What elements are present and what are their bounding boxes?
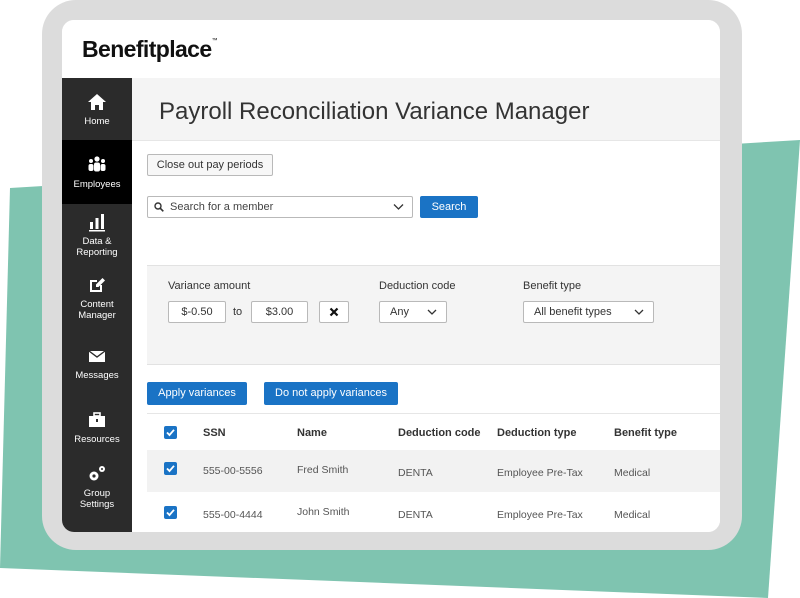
variance-max-input[interactable]: $3.00 (251, 301, 308, 323)
close-out-pay-periods-button[interactable]: Close out pay periods (147, 154, 273, 176)
column-header-name[interactable]: Name (297, 427, 327, 439)
sidebar-item-label: Group (83, 488, 111, 499)
column-header-benefit-type[interactable]: Benefit type (614, 427, 677, 439)
cell-ssn: 555-00-4444 (203, 509, 263, 521)
brand-logo[interactable]: Benefitplace™ (82, 36, 218, 63)
cell-name: Fred Smith (297, 464, 349, 476)
row-checkbox[interactable] (164, 462, 177, 475)
benefit-type-label: Benefit type (523, 280, 582, 292)
variance-min-input[interactable]: $-0.50 (168, 301, 226, 323)
sidebar-item-label-2: Settings (79, 499, 115, 510)
sidebar-item-label: Messages (75, 370, 119, 381)
deduction-code-select[interactable]: Any (379, 301, 447, 323)
sidebar-item-messages[interactable]: Messages (62, 346, 132, 386)
edit-icon (90, 278, 105, 292)
apply-variances-button[interactable]: Apply variances (147, 382, 247, 405)
header: Benefitplace™ (62, 20, 720, 78)
title-bar: Payroll Reconciliation Variance Manager (132, 78, 720, 141)
cell-ssn: 555-00-5556 (203, 465, 263, 477)
table-row[interactable]: 555-00-4444 John Smith DENTA Employee Pr… (147, 494, 720, 532)
app-window: Benefitplace™ Home Employees Data & Repo… (62, 20, 720, 532)
sidebar-item-label: Resources (74, 434, 120, 445)
sidebar-item-label: Content (80, 299, 114, 310)
sidebar-item-data-reporting[interactable]: Data & Reporting (62, 212, 132, 262)
cell-benefit-type: Medical (614, 467, 651, 479)
main-content: Payroll Reconciliation Variance Manager … (132, 78, 720, 532)
column-header-deduction-code[interactable]: Deduction code (398, 427, 481, 439)
sidebar-item-group-settings[interactable]: Group Settings (62, 464, 132, 514)
search-placeholder: Search for a member (170, 201, 274, 213)
people-icon (88, 156, 106, 172)
chevron-down-icon (427, 309, 437, 315)
bar-chart-icon (89, 214, 105, 232)
home-icon (88, 94, 106, 110)
search-button[interactable]: Search (420, 196, 478, 218)
chevron-down-icon (393, 204, 404, 210)
sidebar-item-content-manager[interactable]: Content Manager (62, 275, 132, 325)
cell-deduction-type: Employee Pre-Tax (497, 467, 583, 479)
deduction-code-label: Deduction code (379, 280, 456, 292)
checkmark-icon (166, 465, 175, 473)
sidebar: Home Employees Data & Reporting Content … (62, 78, 132, 532)
deduction-code-value: Any (390, 306, 409, 318)
sidebar-item-label-2: Reporting (76, 247, 118, 258)
cell-deduction-code: DENTA (398, 509, 433, 521)
sidebar-item-label: Employees (73, 179, 121, 190)
sidebar-item-label: Data & (82, 236, 112, 247)
cell-deduction-code: DENTA (398, 467, 433, 479)
chevron-down-icon (634, 309, 644, 315)
filter-panel: Variance amount $-0.50 to $3.00 Deductio… (147, 265, 720, 365)
row-checkbox[interactable] (164, 506, 177, 519)
clear-variance-button[interactable] (319, 301, 349, 323)
column-header-deduction-type[interactable]: Deduction type (497, 427, 576, 439)
x-icon (329, 307, 339, 317)
table-header: SSN Name Deduction code Deduction type B… (147, 413, 720, 450)
sidebar-item-resources[interactable]: Resources (62, 410, 132, 450)
search-icon (154, 202, 164, 212)
page-title: Payroll Reconciliation Variance Manager (159, 98, 590, 125)
sidebar-item-label: Home (84, 116, 110, 127)
column-header-ssn[interactable]: SSN (203, 427, 226, 439)
briefcase-icon (89, 412, 105, 427)
member-search-dropdown[interactable]: Search for a member (147, 196, 413, 218)
checkmark-icon (166, 509, 175, 517)
checkmark-icon (166, 429, 175, 437)
sidebar-item-label-2: Manager (78, 310, 116, 321)
benefit-type-value: All benefit types (534, 306, 612, 318)
table-row[interactable]: 555-00-5556 Fred Smith DENTA Employee Pr… (147, 450, 720, 492)
do-not-apply-variances-button[interactable]: Do not apply variances (264, 382, 398, 405)
gears-icon (89, 466, 105, 481)
to-label: to (233, 306, 243, 318)
sidebar-item-employees[interactable]: Employees (62, 140, 132, 204)
envelope-icon (88, 350, 106, 362)
sidebar-item-home[interactable]: Home (62, 92, 132, 142)
select-all-checkbox[interactable] (164, 426, 177, 439)
cell-benefit-type: Medical (614, 509, 651, 521)
cell-deduction-type: Employee Pre-Tax (497, 509, 583, 521)
variance-amount-label: Variance amount (168, 280, 251, 292)
benefit-type-select[interactable]: All benefit types (523, 301, 654, 323)
cell-name: John Smith (297, 506, 350, 518)
